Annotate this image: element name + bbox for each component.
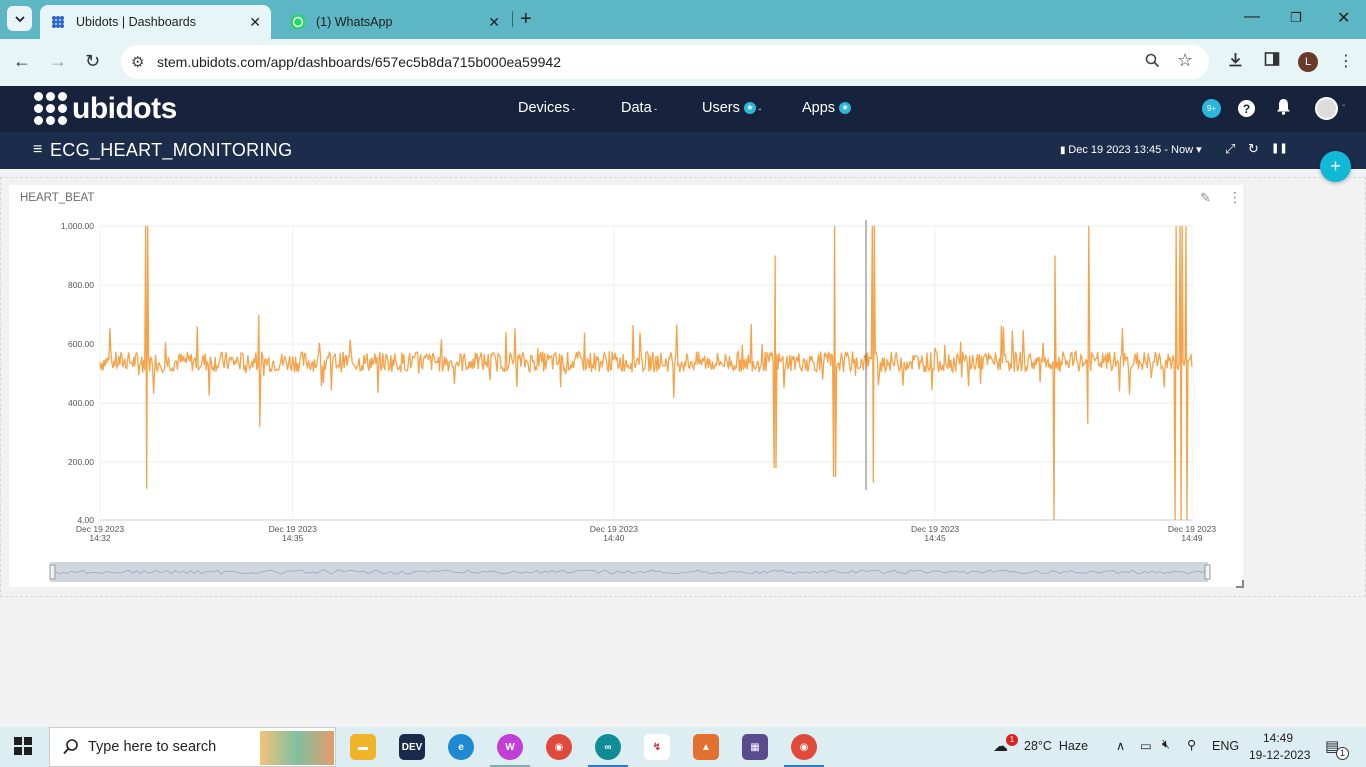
taskbar-search[interactable]: Type here to search <box>49 727 336 767</box>
weather-text[interactable]: 28°C Haze <box>1024 739 1088 753</box>
y-tick-label: 800.00 <box>68 280 94 290</box>
weather-badge: 1 <box>1006 734 1018 746</box>
close-icon[interactable]: ✕ <box>488 14 500 31</box>
chevron-down-icon <box>14 15 25 22</box>
tab-title: (1) WhatsApp <box>316 15 393 29</box>
edge-icon[interactable]: e <box>448 734 474 760</box>
x-tick-time: 14:49 <box>1181 533 1203 543</box>
language-indicator[interactable]: ENG <box>1212 739 1239 753</box>
forward-icon[interactable]: → <box>49 51 67 72</box>
tab-ubidots[interactable]: Ubidots | Dashboards ✕ <box>40 5 271 39</box>
back-icon[interactable]: ← <box>13 51 31 72</box>
app-icon-purple[interactable]: ▦ <box>742 734 768 760</box>
search-highlight-image <box>260 731 334 765</box>
tab-search-button[interactable] <box>7 6 32 31</box>
range-navigator <box>49 562 1211 582</box>
windows-start-icon[interactable] <box>14 737 32 755</box>
tray-chevron-icon[interactable]: ∧ <box>1116 738 1125 753</box>
volume-muted-icon[interactable]: 🔇︎ <box>1162 737 1170 752</box>
app-icon-red[interactable]: ↯ <box>644 734 670 760</box>
logo-dots-icon <box>34 92 68 126</box>
ubidots-header: ubidots Devices - Data - Users ★ - Apps ★ … <box>0 86 1366 132</box>
whatsapp-icon <box>290 14 306 30</box>
menu-data[interactable]: Data - <box>621 100 657 116</box>
address-bar[interactable]: ⚙ stem.ubidots.com/app/dashboards/657ec5… <box>121 45 1209 79</box>
menu-devices[interactable]: Devices - <box>518 100 575 116</box>
x-tick-time: 14:45 <box>924 533 946 543</box>
battery-icon[interactable]: ▭ <box>1140 738 1152 753</box>
hamburger-menu-icon[interactable]: ≡ <box>33 141 42 159</box>
close-icon[interactable]: ✕ <box>249 14 261 31</box>
star-icon: ★ <box>743 102 756 115</box>
pause-icon[interactable]: ❚❚ <box>1271 143 1288 154</box>
windows-taskbar: Type here to search ▬ DEV e W ◉ ∞ ↯ ▲ ▦ … <box>0 727 1366 767</box>
y-tick-label: 600.00 <box>68 339 94 349</box>
logo-text: ubidots <box>72 92 177 125</box>
navigator-handle <box>1204 564 1211 580</box>
network-icon[interactable]: ⚲ <box>1187 737 1196 752</box>
restore-button[interactable]: ❐ <box>1290 10 1302 26</box>
updates-badge[interactable]: 9+ <box>1202 99 1221 118</box>
file-explorer-icon[interactable]: ▬ <box>350 734 376 760</box>
fullscreen-icon[interactable]: ⤢ <box>1225 141 1235 157</box>
menu-users[interactable]: Users ★ - <box>702 100 761 116</box>
clock-time[interactable]: 14:49 <box>1263 731 1293 745</box>
series-line <box>99 225 1193 521</box>
search-icon <box>62 738 80 761</box>
navigator-handle <box>49 564 56 580</box>
y-tick-label: 400.00 <box>68 398 94 408</box>
x-tick-time: 14:40 <box>603 533 625 543</box>
side-panel-icon[interactable] <box>1264 51 1280 72</box>
chevron-down-icon[interactable]: - <box>1342 100 1345 111</box>
search-placeholder: Type here to search <box>88 739 217 755</box>
y-tick-label: 200.00 <box>68 457 94 467</box>
matlab-icon[interactable]: ▲ <box>693 734 719 760</box>
browser-menu-icon[interactable]: ⋮ <box>1338 51 1354 71</box>
chrome-icon[interactable]: ◉ <box>546 734 572 760</box>
date-range-text: Dec 19 2023 13:45 - Now <box>1068 144 1194 156</box>
user-avatar[interactable] <box>1315 97 1338 120</box>
dev-cpp-icon[interactable]: DEV <box>399 734 425 760</box>
browser-toolbar: ← → ↻ ⚙ stem.ubidots.com/app/dashboards/… <box>0 39 1366 86</box>
menu-apps[interactable]: Apps ★ <box>802 100 852 116</box>
dashboard-bar: ≡ ECG_HEART_MONITORING ▮ Dec 19 2023 13:… <box>0 132 1366 169</box>
resize-handle[interactable] <box>1236 580 1244 588</box>
notification-count: 1 <box>1336 747 1349 760</box>
wps-icon[interactable]: W <box>497 734 523 760</box>
url-text[interactable]: stem.ubidots.com/app/dashboards/657ec5b8… <box>157 54 561 70</box>
ubidots-icon <box>50 14 66 30</box>
profile-avatar[interactable]: L <box>1298 52 1318 72</box>
arduino-icon[interactable]: ∞ <box>595 734 621 760</box>
site-info-icon[interactable]: ⚙ <box>131 53 144 71</box>
chrome-profile-icon[interactable]: ◉ <box>791 734 817 760</box>
tab-title: Ubidots | Dashboards <box>76 15 196 29</box>
new-tab-button[interactable]: + <box>520 8 532 31</box>
ubidots-logo[interactable]: ubidots <box>34 92 177 126</box>
line-chart[interactable]: 1,000.00800.00600.00400.00200.004.00 Dec… <box>9 185 1243 587</box>
download-icon[interactable] <box>1227 51 1244 73</box>
minimize-button[interactable]: — <box>1244 8 1260 26</box>
caret-down-icon: ▾ <box>1193 144 1202 156</box>
bookmark-star-icon[interactable]: ☆ <box>1177 50 1193 71</box>
reload-icon[interactable]: ↻ <box>85 51 100 72</box>
dashboard-title[interactable]: ECG_HEART_MONITORING <box>50 140 292 161</box>
tab-whatsapp[interactable]: (1) WhatsApp ✕ <box>280 5 510 39</box>
refresh-icon[interactable]: ↻ <box>1248 141 1259 157</box>
bell-icon[interactable] <box>1276 98 1291 120</box>
window-close-button[interactable]: ✕ <box>1337 8 1350 28</box>
add-widget-button[interactable]: + <box>1320 151 1351 182</box>
x-tick-time: 14:35 <box>282 533 304 543</box>
browser-tabstrip: Ubidots | Dashboards ✕ (1) WhatsApp ✕ + … <box>0 0 1366 39</box>
y-tick-label: 1,000.00 <box>61 221 94 231</box>
tab-separator <box>512 11 513 27</box>
heart-beat-widget: HEART_BEAT ✎ ⋮ 1,000.00 800.00 600.00 400.0… <box>9 185 1243 587</box>
clock-date[interactable]: 19-12-2023 <box>1249 748 1310 762</box>
help-icon[interactable]: ? <box>1238 100 1255 117</box>
zoom-icon[interactable] <box>1145 53 1160 72</box>
x-tick-time: 14:32 <box>89 533 111 543</box>
date-range-picker[interactable]: ▮ Dec 19 2023 13:45 - Now ▾ <box>1060 143 1202 156</box>
star-icon: ★ <box>839 102 852 115</box>
